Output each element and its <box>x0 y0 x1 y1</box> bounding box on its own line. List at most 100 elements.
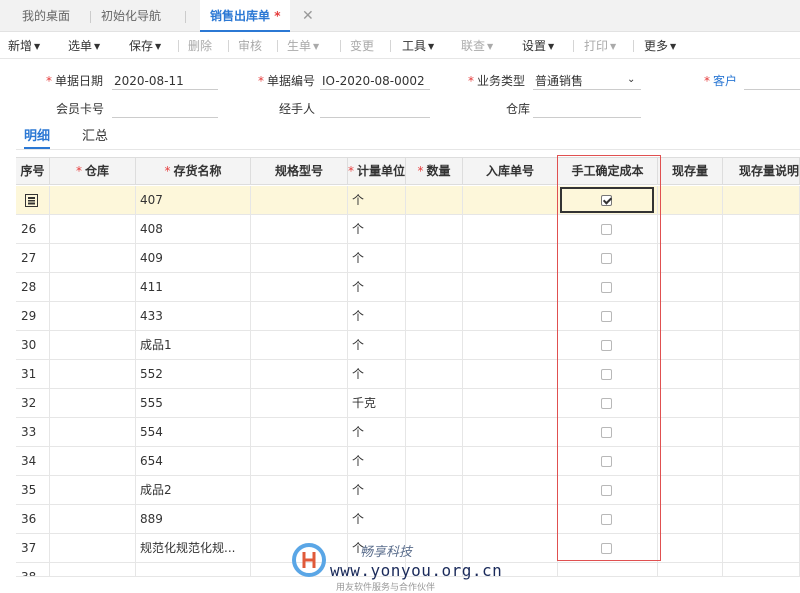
biz-type-select[interactable]: 普通销售 <box>533 72 641 90</box>
cell-stock[interactable] <box>658 476 723 504</box>
cell-stock[interactable] <box>658 505 723 533</box>
cell-stock[interactable] <box>658 302 723 330</box>
col-header-qty[interactable]: * 数量 <box>406 158 463 184</box>
cell-manual-cost[interactable] <box>558 215 658 243</box>
cell-item-name[interactable]: 408 <box>136 215 251 243</box>
cell-inbound-no[interactable] <box>463 418 558 446</box>
cell-warehouse[interactable] <box>50 186 136 214</box>
manual-cost-checkbox[interactable] <box>601 311 612 322</box>
cell-unit[interactable]: 千克 <box>348 389 406 417</box>
cell-qty[interactable] <box>406 186 463 214</box>
cell-unit[interactable]: 个 <box>348 273 406 301</box>
manual-cost-checkbox[interactable] <box>601 427 612 438</box>
table-row[interactable]: 28 411 个 <box>16 273 800 302</box>
cell-item-name[interactable]: 409 <box>136 244 251 272</box>
cell-stock-note[interactable] <box>723 273 800 301</box>
cell-qty[interactable] <box>406 302 463 330</box>
cell-stock-note[interactable] <box>723 563 800 576</box>
row-edit-icon[interactable] <box>25 194 38 207</box>
tab-desktop[interactable]: 我的桌面 <box>22 0 70 32</box>
cell-manual-cost[interactable] <box>558 476 658 504</box>
cell-item-name[interactable]: 889 <box>136 505 251 533</box>
cell-spec[interactable] <box>251 244 348 272</box>
cell-inbound-no[interactable] <box>463 360 558 388</box>
cell-stock[interactable] <box>658 215 723 243</box>
manual-cost-checkbox[interactable] <box>601 485 612 496</box>
manual-cost-checkbox[interactable] <box>601 195 612 206</box>
cell-item-name[interactable]: 654 <box>136 447 251 475</box>
cell-qty[interactable] <box>406 244 463 272</box>
cell-warehouse[interactable] <box>50 244 136 272</box>
toolbar-change-button[interactable]: 变更 <box>350 33 374 59</box>
cell-item-name[interactable]: 成品2 <box>136 476 251 504</box>
toolbar-gen-button[interactable]: 生单 ▼ <box>287 33 319 59</box>
cell-stock-note[interactable] <box>723 389 800 417</box>
cell-no[interactable]: 32 <box>16 389 50 417</box>
cell-qty[interactable] <box>406 418 463 446</box>
cell-inbound-no[interactable] <box>463 534 558 562</box>
tab-sales-outbound[interactable]: 销售出库单 * <box>200 0 291 32</box>
cell-unit[interactable]: 个 <box>348 360 406 388</box>
cell-item-name[interactable]: 555 <box>136 389 251 417</box>
cell-inbound-no[interactable] <box>463 302 558 330</box>
cell-item-name[interactable]: 407 <box>136 186 251 214</box>
toolbar-tools-button[interactable]: 工具 ▼ <box>402 33 434 59</box>
col-header-inbound-no[interactable]: 入库单号 <box>463 158 558 184</box>
chevron-down-icon[interactable]: ⌄ <box>627 74 635 85</box>
table-row[interactable]: 31 552 个 <box>16 360 800 389</box>
handler-field[interactable] <box>320 100 430 118</box>
customer-label[interactable]: * 客户 <box>704 72 737 90</box>
cell-warehouse[interactable] <box>50 447 136 475</box>
cell-manual-cost[interactable] <box>558 360 658 388</box>
cell-stock[interactable] <box>658 273 723 301</box>
tab-summary[interactable]: 汇总 <box>82 127 108 149</box>
cell-spec[interactable] <box>251 418 348 446</box>
cell-inbound-no[interactable] <box>463 331 558 359</box>
cell-stock[interactable] <box>658 563 723 576</box>
cell-warehouse[interactable] <box>50 505 136 533</box>
cell-manual-cost[interactable] <box>558 302 658 330</box>
cell-item-name[interactable] <box>136 563 251 576</box>
cell-no[interactable]: 38 <box>16 563 50 576</box>
cell-stock-note[interactable] <box>723 244 800 272</box>
cell-spec[interactable] <box>251 389 348 417</box>
table-row[interactable]: 34 654 个 <box>16 447 800 476</box>
manual-cost-checkbox[interactable] <box>601 543 612 554</box>
manual-cost-checkbox[interactable] <box>601 398 612 409</box>
cell-qty[interactable] <box>406 215 463 243</box>
manual-cost-checkbox[interactable] <box>601 369 612 380</box>
cell-no[interactable]: 30 <box>16 331 50 359</box>
cell-no[interactable]: 31 <box>16 360 50 388</box>
cell-stock[interactable] <box>658 331 723 359</box>
cell-item-name[interactable]: 411 <box>136 273 251 301</box>
col-header-warehouse[interactable]: * 仓库 <box>50 158 136 184</box>
cell-no[interactable]: 37 <box>16 534 50 562</box>
manual-cost-checkbox[interactable] <box>601 456 612 467</box>
cell-stock-note[interactable] <box>723 505 800 533</box>
table-row[interactable]: 27 409 个 <box>16 244 800 273</box>
cell-spec[interactable] <box>251 186 348 214</box>
table-row[interactable]: 35 成品2 个 <box>16 476 800 505</box>
cell-no[interactable]: 27 <box>16 244 50 272</box>
cell-no[interactable]: 34 <box>16 447 50 475</box>
cell-warehouse[interactable] <box>50 534 136 562</box>
number-field[interactable]: IO-2020-08-0002 <box>320 72 430 90</box>
cell-inbound-no[interactable] <box>463 244 558 272</box>
toolbar-select-button[interactable]: 选单 ▼ <box>68 33 100 59</box>
cell-stock-note[interactable] <box>723 331 800 359</box>
cell-warehouse[interactable] <box>50 389 136 417</box>
cell-unit[interactable]: 个 <box>348 244 406 272</box>
cell-warehouse[interactable] <box>50 418 136 446</box>
cell-qty[interactable] <box>406 273 463 301</box>
customer-field[interactable] <box>744 72 800 90</box>
cell-spec[interactable] <box>251 273 348 301</box>
table-row[interactable]: 407 个 <box>16 186 800 215</box>
col-header-manual-cost[interactable]: 手工确定成本 <box>558 158 658 184</box>
cell-warehouse[interactable] <box>50 331 136 359</box>
cell-spec[interactable] <box>251 331 348 359</box>
cell-unit[interactable]: 个 <box>348 447 406 475</box>
manual-cost-checkbox[interactable] <box>601 340 612 351</box>
cell-spec[interactable] <box>251 447 348 475</box>
cell-warehouse[interactable] <box>50 302 136 330</box>
cell-manual-cost[interactable] <box>558 447 658 475</box>
